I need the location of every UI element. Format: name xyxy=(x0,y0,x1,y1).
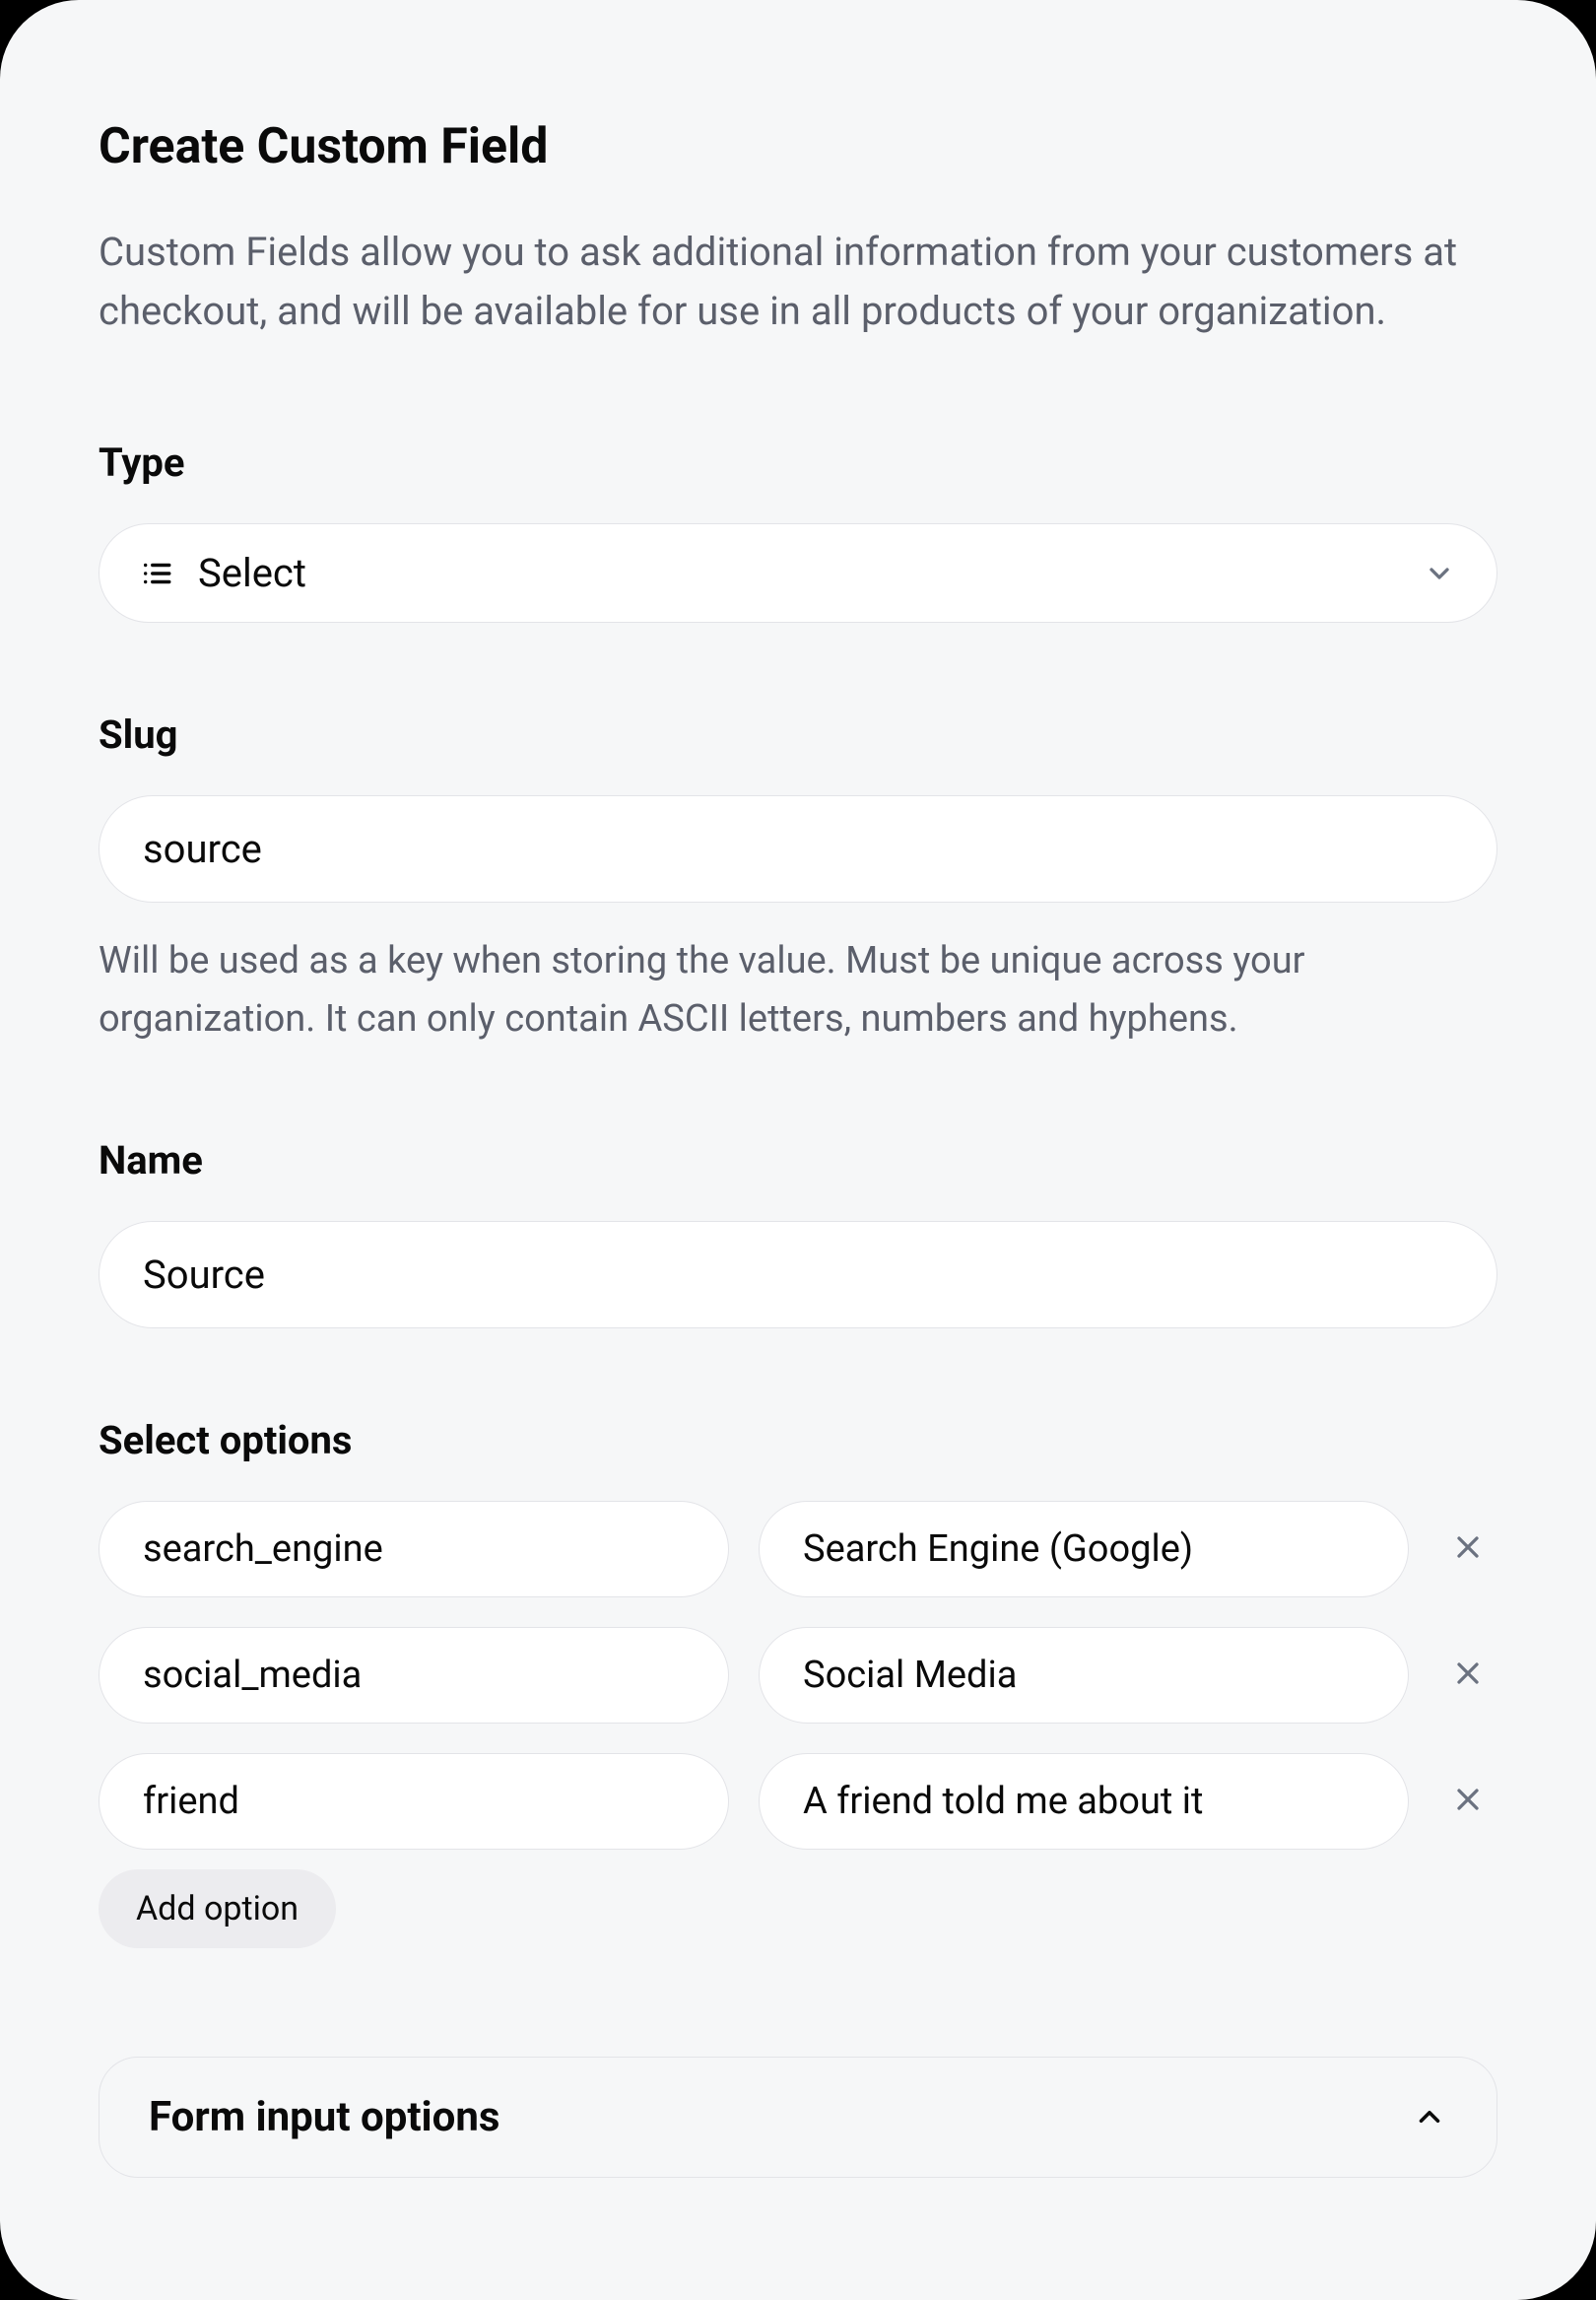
option-row xyxy=(99,1501,1497,1597)
options-list xyxy=(99,1501,1497,1850)
form-input-options-toggle[interactable]: Form input options xyxy=(99,2057,1497,2178)
option-key-input[interactable] xyxy=(99,1627,729,1724)
slug-label: Slug xyxy=(99,711,1497,758)
page-title: Create Custom Field xyxy=(99,118,1497,175)
page-description: Custom Fields allow you to ask additiona… xyxy=(99,223,1497,341)
name-field-group: Name xyxy=(99,1137,1497,1328)
create-custom-field-panel: Create Custom Field Custom Fields allow … xyxy=(0,0,1596,2300)
option-label-input[interactable] xyxy=(759,1627,1409,1724)
option-label-input[interactable] xyxy=(759,1501,1409,1597)
option-label-input[interactable] xyxy=(759,1753,1409,1850)
option-row xyxy=(99,1627,1497,1724)
close-icon xyxy=(1450,1656,1486,1694)
select-options-label: Select options xyxy=(99,1417,1497,1463)
option-key-input[interactable] xyxy=(99,1753,729,1850)
chevron-down-icon xyxy=(1422,556,1457,591)
form-input-options-title: Form input options xyxy=(149,2093,499,2141)
option-key-input[interactable] xyxy=(99,1501,729,1597)
type-field-group: Type Select xyxy=(99,440,1497,623)
type-label: Type xyxy=(99,440,1497,486)
remove-option-button[interactable] xyxy=(1438,1520,1497,1579)
slug-help-text: Will be used as a key when storing the v… xyxy=(99,932,1497,1049)
type-select[interactable]: Select xyxy=(99,523,1497,623)
type-select-value: Select xyxy=(198,550,1398,596)
slug-input[interactable] xyxy=(99,795,1497,903)
option-row xyxy=(99,1753,1497,1850)
list-icon xyxy=(139,556,174,591)
add-option-button[interactable]: Add option xyxy=(99,1869,336,1948)
name-label: Name xyxy=(99,1137,1497,1184)
close-icon xyxy=(1450,1782,1486,1820)
select-options-group: Select options xyxy=(99,1417,1497,1948)
close-icon xyxy=(1450,1529,1486,1568)
remove-option-button[interactable] xyxy=(1438,1772,1497,1831)
chevron-up-icon xyxy=(1412,2099,1447,2134)
name-input[interactable] xyxy=(99,1221,1497,1328)
slug-field-group: Slug Will be used as a key when storing … xyxy=(99,711,1497,1049)
remove-option-button[interactable] xyxy=(1438,1646,1497,1705)
